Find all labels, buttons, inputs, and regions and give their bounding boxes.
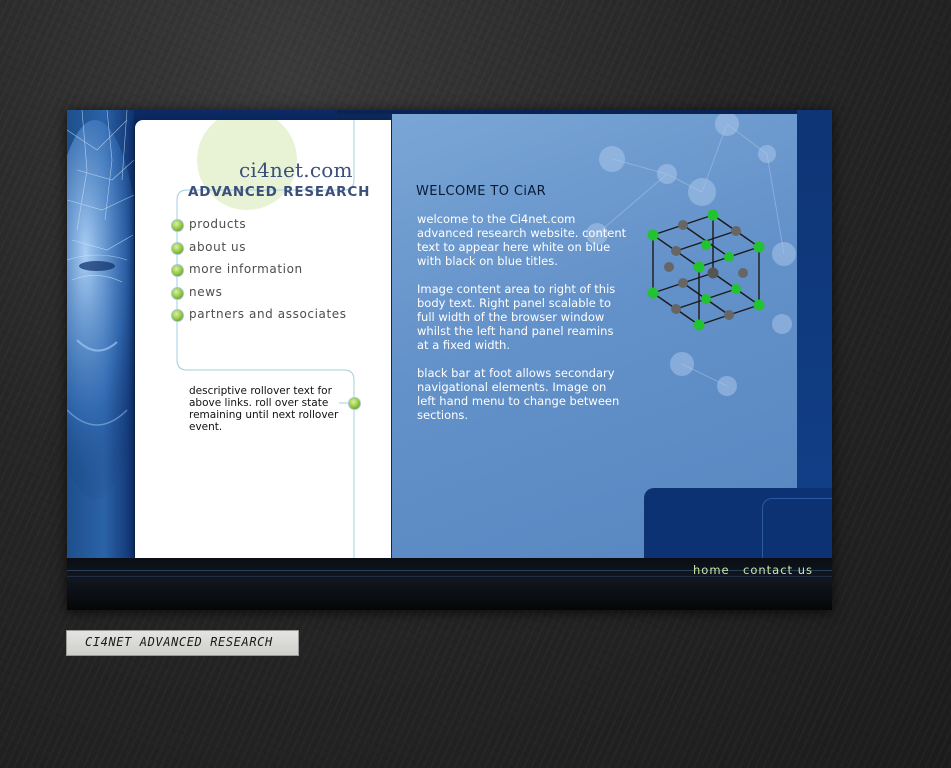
nav-label: more information — [189, 262, 303, 276]
corner-lines — [762, 498, 832, 561]
caption-tag-text: CI4NET ADVANCED RESEARCH — [85, 635, 273, 649]
bullet-icon — [171, 309, 184, 322]
bullet-icon — [171, 264, 184, 277]
nav-label: partners and associates — [189, 307, 347, 321]
nav-label: products — [189, 217, 247, 231]
website-mockup: ci4net.com ADVANCED RESEARCH products ab… — [67, 110, 832, 610]
body-paragraph: black bar at foot allows secondary navig… — [417, 366, 620, 422]
bullet-icon — [171, 287, 184, 300]
site-logo[interactable]: ci4net.com — [239, 158, 353, 182]
body-paragraph: welcome to the Ci4net.com advanced resea… — [417, 212, 627, 268]
body-text: welcome to the Ci4net.com advanced resea… — [417, 212, 627, 436]
rollover-description: descriptive rollover text for above link… — [189, 385, 339, 433]
body-paragraph: Image content area to right of this body… — [417, 282, 616, 352]
page-title: WELCOME TO CiAR — [416, 184, 547, 199]
bullet-icon — [171, 242, 184, 255]
face-wireframe-image — [67, 110, 134, 500]
crystal-lattice-image — [647, 209, 765, 331]
caption-tag: CI4NET ADVANCED RESEARCH — [66, 630, 299, 656]
nav-label: news — [189, 285, 223, 299]
bullet-icon — [348, 397, 361, 410]
bullet-icon — [171, 219, 184, 232]
footer-home-link[interactable]: home — [693, 563, 730, 577]
nav-label: about us — [189, 240, 247, 254]
footer-contact-link[interactable]: contact us — [743, 563, 813, 577]
site-subtitle: ADVANCED RESEARCH — [188, 184, 371, 200]
